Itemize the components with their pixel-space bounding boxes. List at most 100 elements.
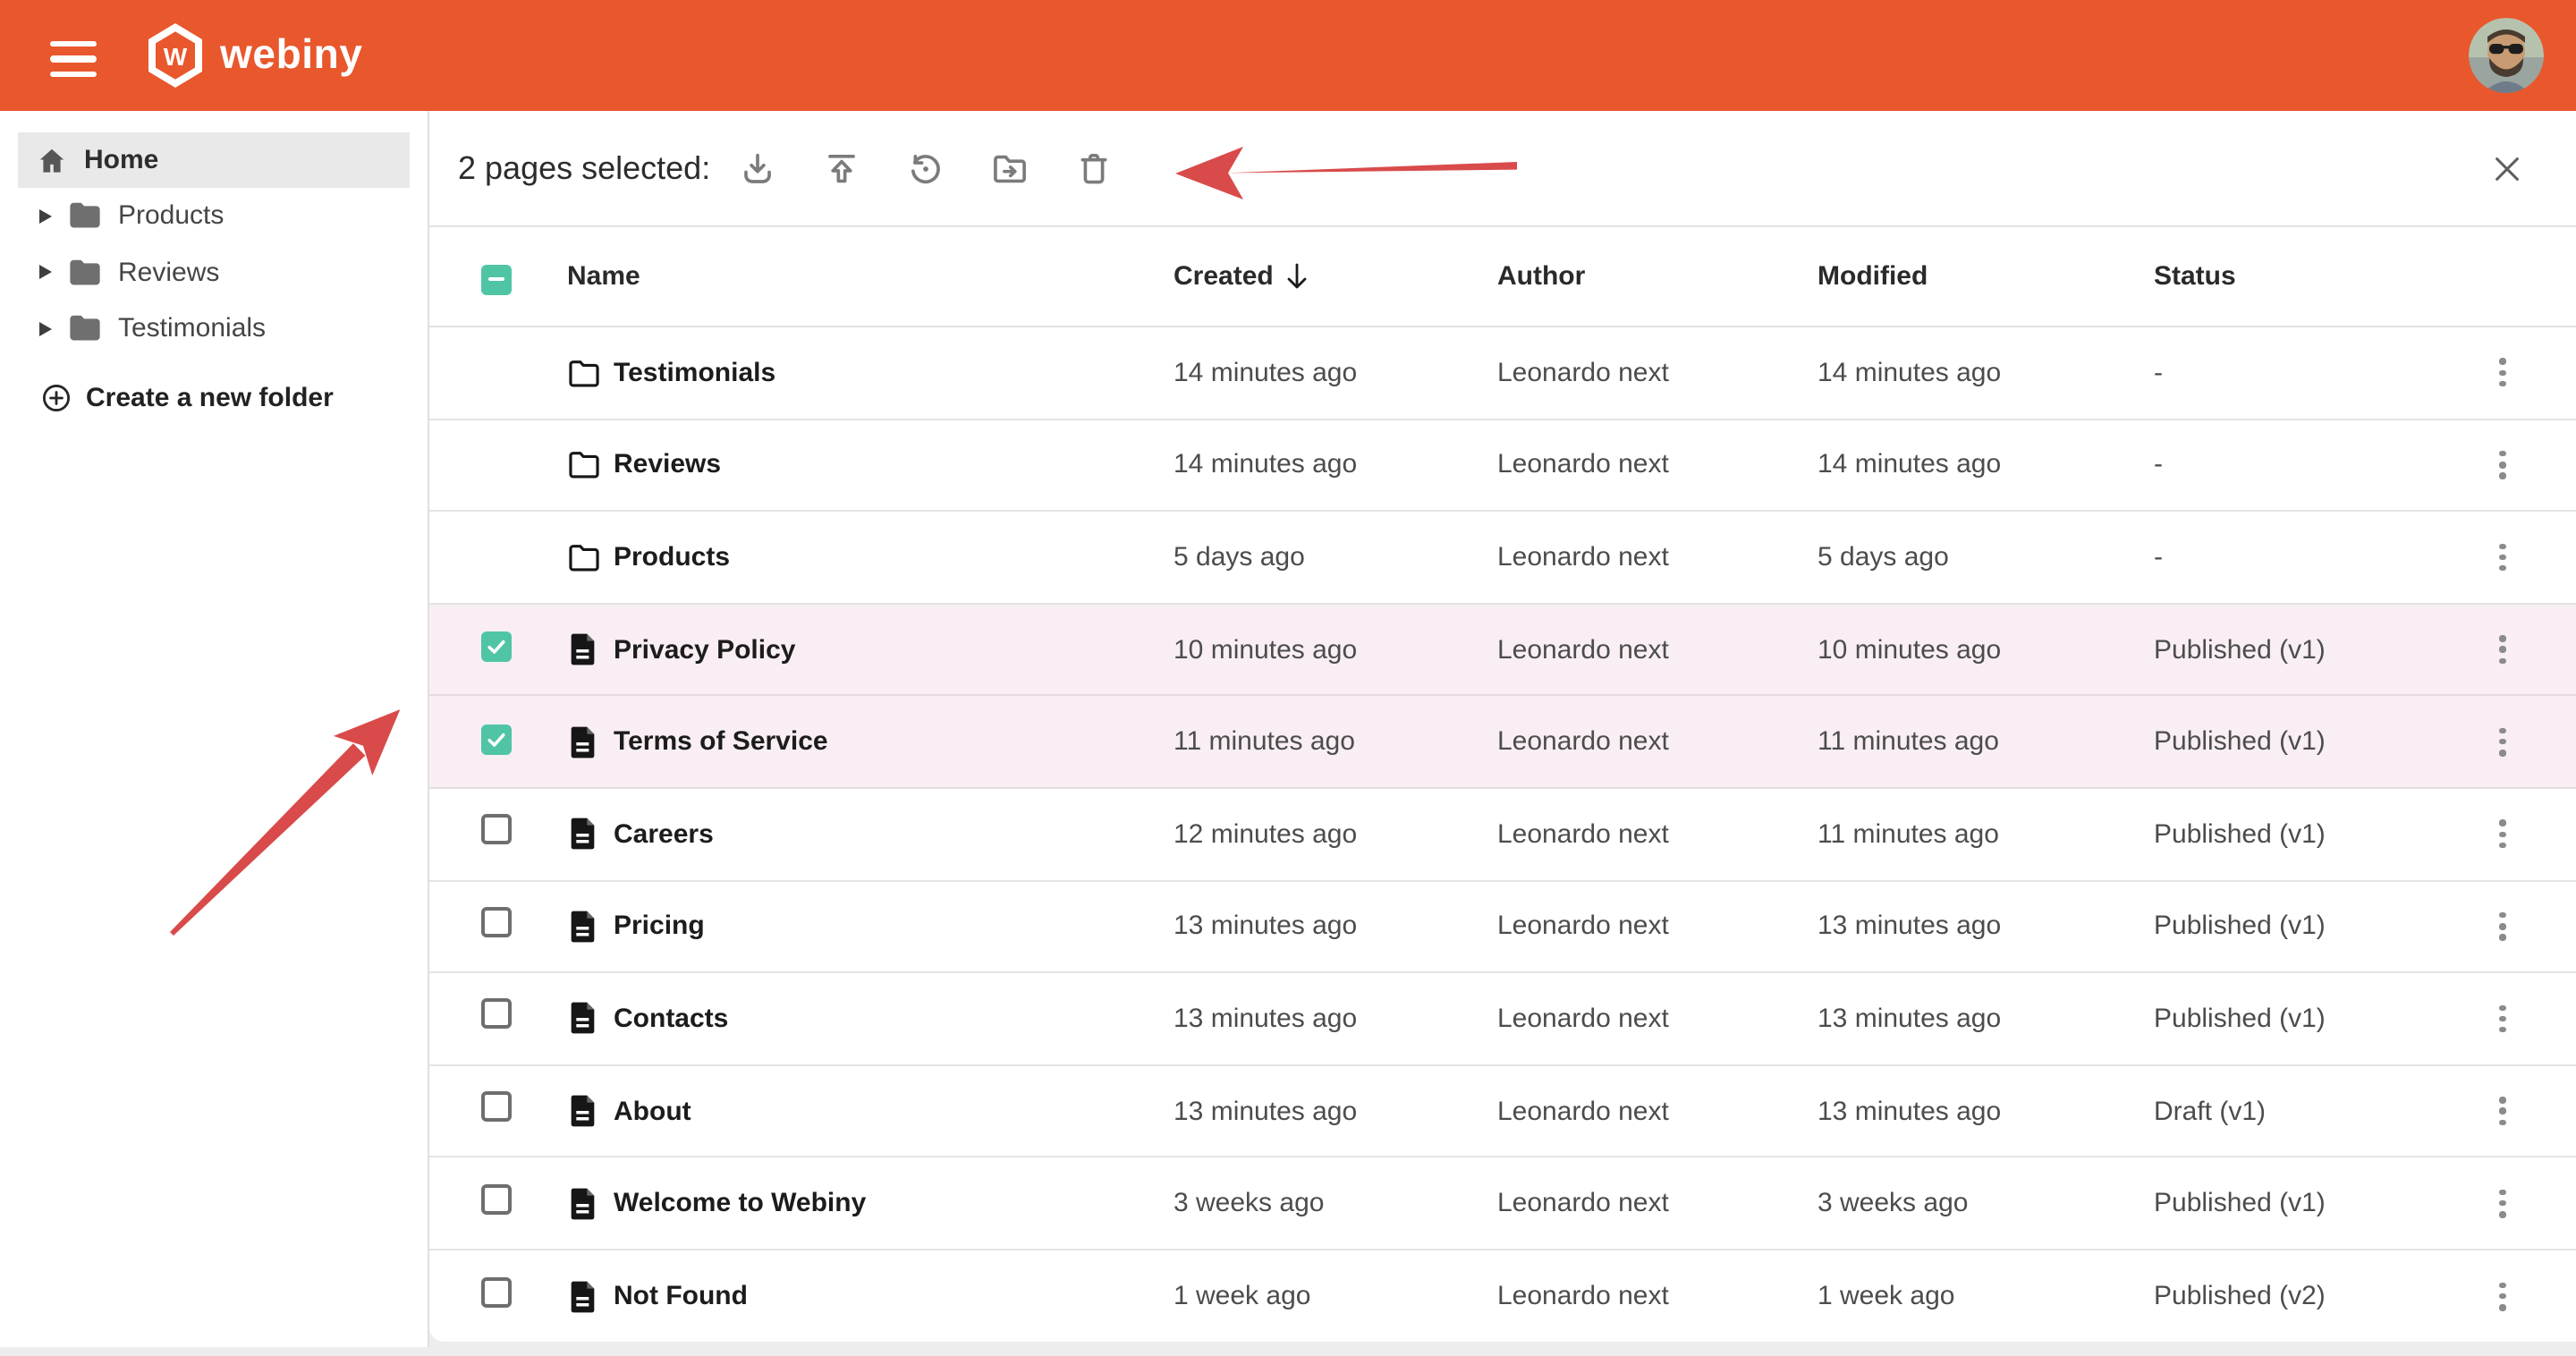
row-name: Pricing <box>614 911 1174 942</box>
row-menu-button[interactable] <box>2472 1081 2533 1141</box>
row-modified: 1 week ago <box>1818 1281 2154 1311</box>
row-checkbox[interactable] <box>481 1183 512 1214</box>
row-status: Published (v1) <box>2154 911 2472 942</box>
page-icon <box>567 1185 597 1221</box>
folder-icon <box>567 542 601 572</box>
row-modified: 13 minutes ago <box>1818 911 2154 942</box>
row-menu-button[interactable] <box>2472 896 2533 957</box>
row-name: Welcome to Webiny <box>614 1188 1174 1218</box>
row-author: Leonardo next <box>1497 819 1818 850</box>
table-row[interactable]: Testimonials 14 minutes ago Leonardo nex… <box>429 327 2576 420</box>
row-checkbox[interactable] <box>481 815 512 845</box>
column-header-created[interactable]: Created <box>1174 261 1497 292</box>
webiny-logo-badge: W <box>147 23 204 88</box>
folder-tree: Products Reviews Testimonials <box>0 188 428 357</box>
row-menu-button[interactable] <box>2472 804 2533 865</box>
create-folder-button[interactable]: Create a new folder <box>0 373 344 423</box>
delete-button[interactable] <box>1063 138 1123 199</box>
folder-icon <box>567 450 601 480</box>
row-modified: 5 days ago <box>1818 542 2154 572</box>
row-name: Reviews <box>614 450 1174 480</box>
table-row[interactable]: About 13 minutes ago Leonardo next 13 mi… <box>429 1066 2576 1158</box>
row-checkbox[interactable] <box>481 631 512 662</box>
row-author: Leonardo next <box>1497 542 1818 572</box>
row-menu-button[interactable] <box>2472 619 2533 680</box>
row-created: 1 week ago <box>1174 1281 1497 1311</box>
page-icon <box>567 1278 597 1314</box>
sidebar-folder-item[interactable]: Products <box>0 188 428 244</box>
sidebar-item-home[interactable]: Home <box>18 132 410 188</box>
caret-right-icon[interactable] <box>39 209 52 224</box>
table-row[interactable]: Welcome to Webiny 3 weeks ago Leonardo n… <box>429 1158 2576 1250</box>
row-author: Leonardo next <box>1497 1004 1818 1034</box>
restore-button[interactable] <box>894 138 955 199</box>
row-menu-button[interactable] <box>2472 1266 2533 1326</box>
row-status: - <box>2154 450 2472 480</box>
download-icon <box>736 148 777 189</box>
page-list-panel: 2 pages selected: <box>429 111 2576 1342</box>
check-icon <box>485 727 508 750</box>
column-header-name[interactable]: Name <box>567 261 1174 292</box>
row-modified: 14 minutes ago <box>1818 358 2154 388</box>
create-folder-label: Create a new folder <box>86 383 334 413</box>
publish-button[interactable] <box>810 138 871 199</box>
sidebar-folder-item[interactable]: Reviews <box>0 244 428 301</box>
row-modified: 11 minutes ago <box>1818 819 2154 850</box>
row-menu-button[interactable] <box>2472 1173 2533 1233</box>
sidebar-folder-label: Testimonials <box>118 314 266 344</box>
app-window: W webiny <box>0 0 2576 1356</box>
hexagon-icon: W <box>147 23 204 88</box>
table-row[interactable]: Not Found 1 week ago Leonardo next 1 wee… <box>429 1250 2576 1342</box>
check-icon <box>485 635 508 658</box>
caret-right-icon[interactable] <box>39 266 52 280</box>
publish-icon <box>820 148 861 189</box>
folder-icon <box>567 358 601 388</box>
column-header-author[interactable]: Author <box>1497 261 1818 292</box>
column-header-modified[interactable]: Modified <box>1818 261 2154 292</box>
delete-icon <box>1072 148 1114 189</box>
table-header: Name Created Author Modified Status <box>429 227 2576 327</box>
row-checkbox[interactable] <box>481 907 512 937</box>
column-header-status[interactable]: Status <box>2154 261 2472 292</box>
row-author: Leonardo next <box>1497 1096 1818 1126</box>
row-modified: 11 minutes ago <box>1818 726 2154 757</box>
sort-desc-icon <box>1286 263 1308 290</box>
caret-right-icon[interactable] <box>39 322 52 336</box>
hamburger-menu-icon[interactable] <box>50 41 97 77</box>
page-icon <box>567 724 597 759</box>
row-modified: 3 weeks ago <box>1818 1188 2154 1218</box>
row-created: 10 minutes ago <box>1174 634 1497 665</box>
row-created: 11 minutes ago <box>1174 726 1497 757</box>
select-all-checkbox[interactable] <box>481 264 512 294</box>
folder-icon <box>68 314 102 344</box>
sidebar-folder-label: Products <box>118 201 224 232</box>
close-selection-button[interactable] <box>2476 138 2537 199</box>
folder-icon <box>68 201 102 232</box>
row-checkbox[interactable] <box>481 999 512 1030</box>
row-checkbox[interactable] <box>481 1091 512 1122</box>
row-status: Published (v1) <box>2154 1004 2472 1034</box>
row-checkbox[interactable] <box>481 724 512 754</box>
table-row[interactable]: Pricing 13 minutes ago Leonardo next 13 … <box>429 881 2576 973</box>
row-menu-button[interactable] <box>2472 988 2533 1049</box>
user-avatar[interactable] <box>2469 18 2544 93</box>
row-menu-button[interactable] <box>2472 343 2533 403</box>
table-row[interactable]: Products 5 days ago Leonardo next 5 days… <box>429 512 2576 604</box>
row-checkbox[interactable] <box>481 1276 512 1307</box>
row-author: Leonardo next <box>1497 358 1818 388</box>
row-menu-button[interactable] <box>2472 711 2533 772</box>
table-row[interactable]: Contacts 13 minutes ago Leonardo next 13… <box>429 973 2576 1065</box>
page-icon <box>567 1001 597 1037</box>
row-menu-button[interactable] <box>2472 527 2533 588</box>
download-button[interactable] <box>726 138 787 199</box>
row-menu-button[interactable] <box>2472 435 2533 496</box>
row-author: Leonardo next <box>1497 450 1818 480</box>
table-row[interactable]: Terms of Service 11 minutes ago Leonardo… <box>429 697 2576 789</box>
sidebar-folder-item[interactable]: Testimonials <box>0 301 428 357</box>
brand-wordmark: webiny <box>220 30 363 78</box>
table-row[interactable]: Careers 12 minutes ago Leonardo next 11 … <box>429 789 2576 881</box>
table-row[interactable]: Privacy Policy 10 minutes ago Leonardo n… <box>429 605 2576 697</box>
restore-icon <box>904 148 945 189</box>
move-to-folder-button[interactable] <box>979 138 1039 199</box>
table-row[interactable]: Reviews 14 minutes ago Leonardo next 14 … <box>429 420 2576 512</box>
